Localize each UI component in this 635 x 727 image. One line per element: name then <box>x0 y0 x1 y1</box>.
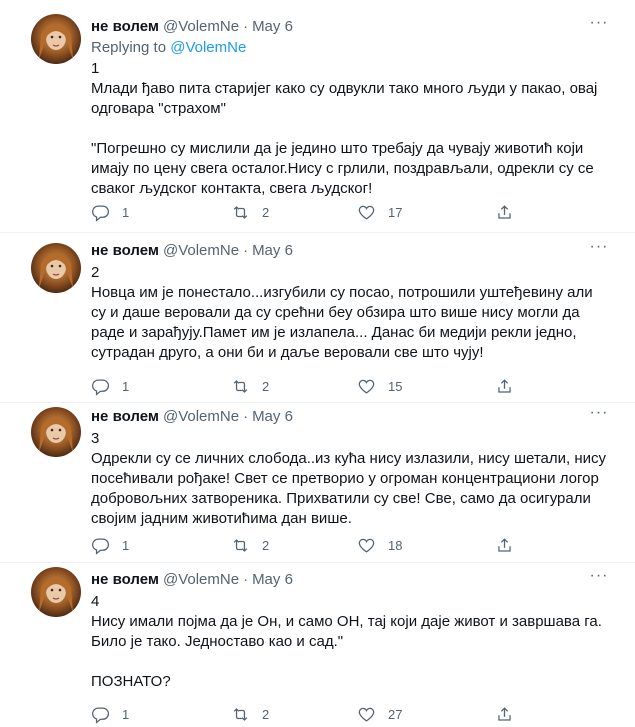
retweet-count: 2 <box>262 204 270 220</box>
reply-button[interactable]: 1 <box>91 535 129 555</box>
retweet-icon <box>233 707 248 721</box>
avatar[interactable] <box>31 407 81 457</box>
tweet-date[interactable]: May 6 <box>252 242 293 259</box>
retweet-icon <box>233 205 248 219</box>
reply-button[interactable]: 1 <box>91 202 129 222</box>
tweet-4[interactable]: не волем @VolemNe · May 6 ··· 4 Нису имали … <box>0 563 635 727</box>
avatar-image <box>31 567 81 617</box>
reply-count: 1 <box>122 537 130 553</box>
separator-dot: · <box>243 408 249 425</box>
like-button[interactable]: 17 <box>357 202 402 222</box>
like-button[interactable]: 18 <box>357 535 402 555</box>
separator-dot: · <box>243 18 249 35</box>
tweet-text: 1 Млади ђаво пита старијег како су одвук… <box>91 60 598 197</box>
replying-to-prefix: Replying to <box>91 39 171 56</box>
tweet-header: не волем @VolemNe · May 6 <box>91 407 611 427</box>
retweet-button[interactable]: 2 <box>231 535 269 555</box>
share-button[interactable] <box>495 535 514 555</box>
reply-icon <box>91 379 109 396</box>
share-button[interactable] <box>495 376 514 396</box>
retweet-button[interactable]: 2 <box>231 376 269 396</box>
avatar[interactable] <box>31 243 81 293</box>
like-count: 27 <box>388 706 403 722</box>
retweet-button[interactable]: 2 <box>231 704 269 724</box>
tweet-text: 4 Нису имали појма да је Он, и само ОН, … <box>91 593 602 690</box>
tweet-text: 2 Новца им је понестало...изгубили су по… <box>91 264 593 361</box>
avatar[interactable] <box>31 14 81 64</box>
tweet-3[interactable]: не волем @VolemNe · May 6 ··· 3 Одрекли су … <box>0 403 635 563</box>
like-button[interactable]: 27 <box>357 704 402 724</box>
tweet-actions: 1 2 18 <box>91 535 521 555</box>
tweet-header: не волем @VolemNe · May 6 <box>91 241 611 261</box>
author-handle[interactable]: @VolemNe <box>163 18 239 35</box>
heart-icon <box>358 707 375 722</box>
author-handle[interactable]: @VolemNe <box>163 408 239 425</box>
tweet-actions: 1 2 27 <box>91 704 521 724</box>
author-name[interactable]: не волем <box>91 18 159 35</box>
reply-count: 1 <box>122 706 130 722</box>
author-name[interactable]: не волем <box>91 408 159 425</box>
author-name[interactable]: не волем <box>91 571 159 588</box>
tweet-header: не волем @VolemNe · May 6 <box>91 570 611 590</box>
replying-to: Replying to @VolemNe <box>91 38 611 58</box>
tweet-actions: 1 2 15 <box>91 376 521 396</box>
retweet-count: 2 <box>262 706 270 722</box>
tweet-1[interactable]: не волем @VolemNe · May 6 ··· Replying to @… <box>0 0 635 233</box>
tweet-date[interactable]: May 6 <box>252 18 293 35</box>
retweet-button[interactable]: 2 <box>231 202 269 222</box>
retweet-count: 2 <box>262 378 270 394</box>
author-name[interactable]: не волем <box>91 242 159 259</box>
heart-icon <box>358 205 375 220</box>
tweet-actions: 1 2 17 <box>91 202 521 222</box>
like-button[interactable]: 15 <box>357 376 402 396</box>
tweet-text: 3 Одрекли су се личних слобода..из кућа … <box>91 430 607 527</box>
share-button[interactable] <box>495 202 514 222</box>
tweet-2[interactable]: не волем @VolemNe · May 6 ··· 2 Новца им је… <box>0 233 635 403</box>
reply-icon <box>91 538 109 555</box>
separator-dot: · <box>243 242 249 259</box>
more-options-icon[interactable]: ··· <box>587 568 611 590</box>
retweet-icon <box>233 538 248 552</box>
share-icon <box>498 706 511 721</box>
retweet-icon <box>233 379 248 393</box>
author-handle[interactable]: @VolemNe <box>163 242 239 259</box>
reply-icon <box>91 707 109 724</box>
avatar-image <box>31 407 81 457</box>
share-button[interactable] <box>495 704 514 724</box>
more-options-icon[interactable]: ··· <box>587 405 611 427</box>
reply-button[interactable]: 1 <box>91 376 129 396</box>
tweet-date[interactable]: May 6 <box>252 408 293 425</box>
like-count: 15 <box>388 378 403 394</box>
heart-icon <box>358 379 375 394</box>
separator-dot: · <box>243 571 249 588</box>
more-options-icon[interactable]: ··· <box>587 239 611 261</box>
share-icon <box>498 204 511 219</box>
avatar[interactable] <box>31 567 81 617</box>
tweet-header: не волем @VolemNe · May 6 <box>91 17 611 37</box>
tweet-date[interactable]: May 6 <box>252 571 293 588</box>
heart-icon <box>358 538 375 553</box>
retweet-count: 2 <box>262 537 270 553</box>
replying-to-handle[interactable]: @VolemNe <box>170 39 246 56</box>
share-icon <box>498 378 511 393</box>
reply-icon <box>91 205 109 222</box>
more-options-icon[interactable]: ··· <box>587 15 611 37</box>
reply-count: 1 <box>122 204 130 220</box>
reply-button[interactable]: 1 <box>91 704 129 724</box>
avatar-image <box>31 14 81 64</box>
share-icon <box>498 537 511 552</box>
reply-count: 1 <box>122 378 130 394</box>
author-handle[interactable]: @VolemNe <box>163 571 239 588</box>
like-count: 18 <box>388 537 403 553</box>
avatar-image <box>31 243 81 293</box>
like-count: 17 <box>388 204 403 220</box>
